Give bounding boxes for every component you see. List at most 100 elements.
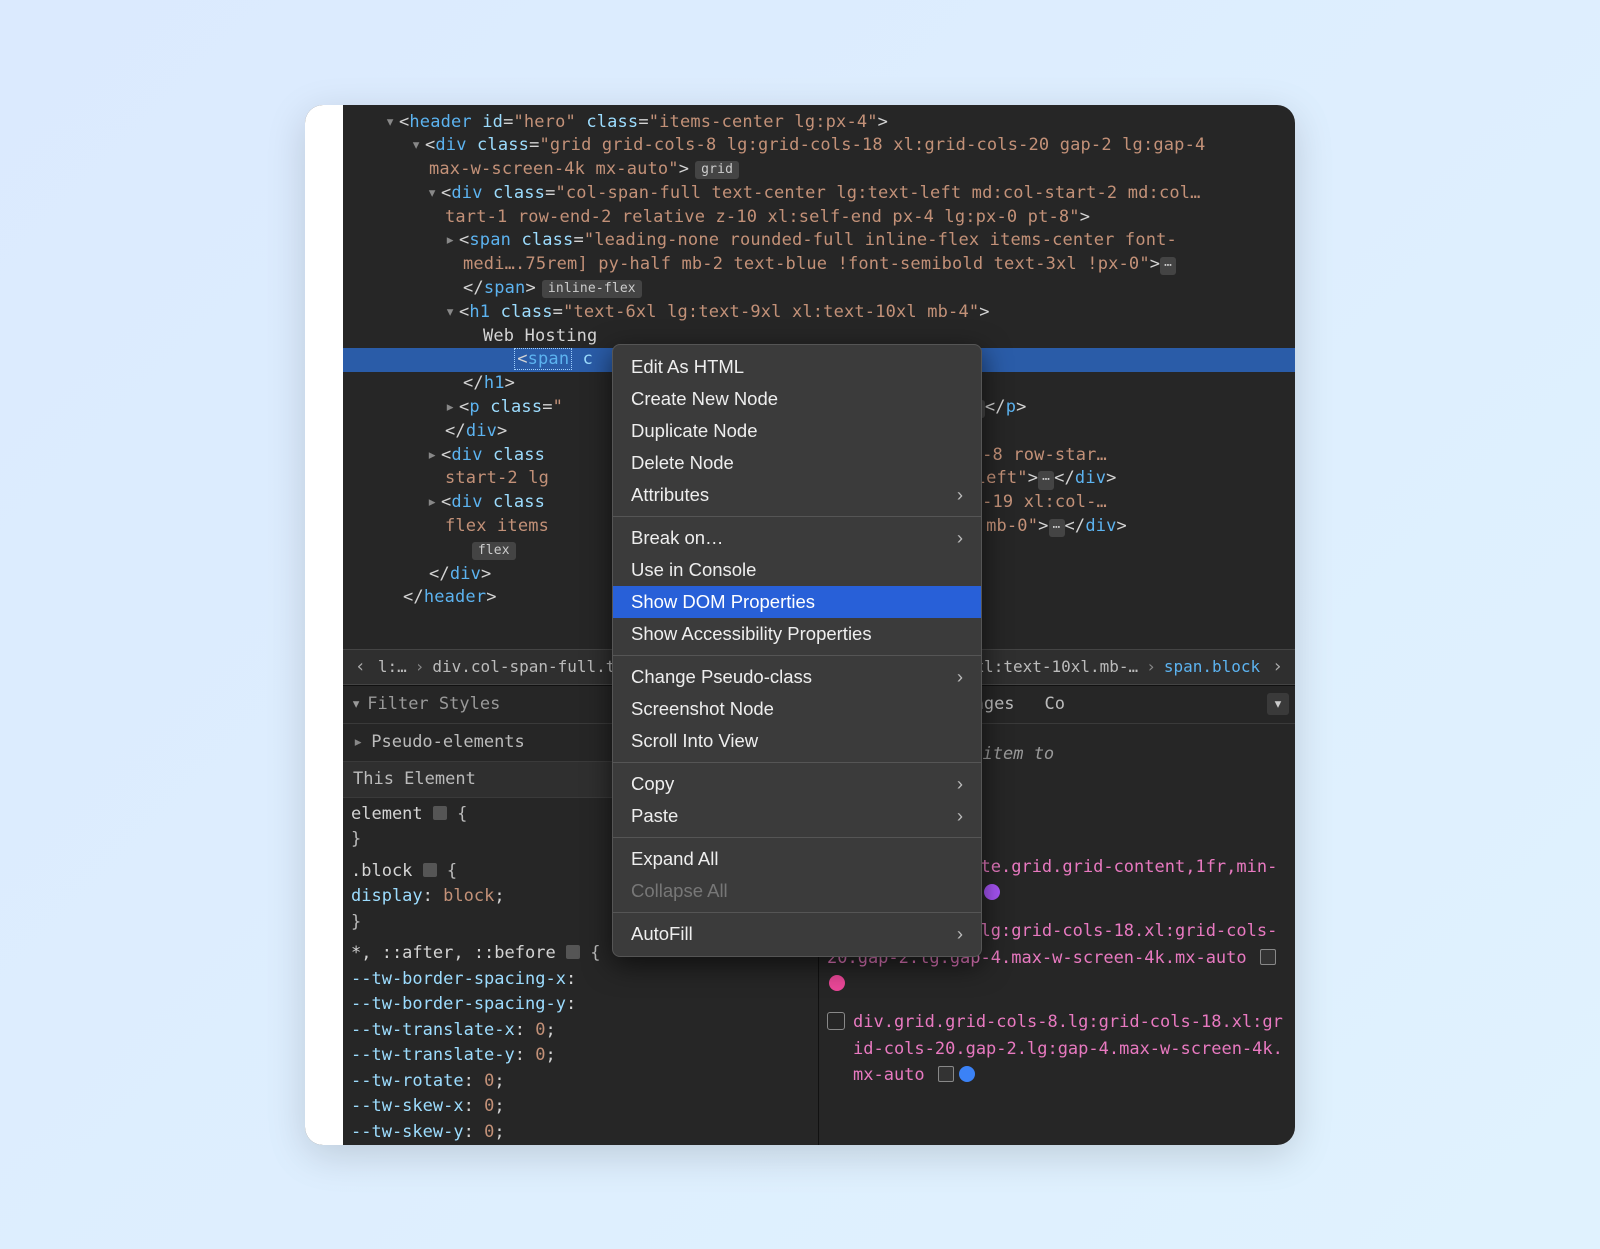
rule-selector[interactable]: .block <box>351 861 412 881</box>
collapsed-icon[interactable]: ⋯ <box>1160 257 1176 275</box>
css-value[interactable]: 0 <box>535 1020 545 1040</box>
grid-toggle-icon[interactable] <box>1260 949 1276 965</box>
css-property[interactable]: --tw-translate-x <box>351 1020 515 1040</box>
css-property[interactable]: --tw-skew-x <box>351 1096 464 1116</box>
ctx-duplicate-node[interactable]: Duplicate Node <box>613 415 981 447</box>
breadcrumb-item[interactable]: xl:text-10xl.mb-… <box>968 657 1144 676</box>
breadcrumb-item[interactable]: div.col-span-full.tex <box>426 657 640 676</box>
selector-chip-icon <box>433 806 447 820</box>
color-swatch-icon[interactable] <box>984 884 1000 900</box>
css-property[interactable]: --tw-rotate <box>351 1071 464 1091</box>
css-property[interactable]: --tw-translate-y <box>351 1045 515 1065</box>
submenu-arrow-icon: › <box>957 666 963 688</box>
ctx-show-dom-properties[interactable]: Show DOM Properties <box>613 586 981 618</box>
ctx-show-accessibility[interactable]: Show Accessibility Properties <box>613 618 981 650</box>
caret-right-icon: ▸ <box>353 732 363 752</box>
menu-separator <box>613 655 981 656</box>
ctx-edit-as-html[interactable]: Edit As HTML <box>613 351 981 383</box>
dom-node[interactable]: ▾<header id="hero" class="items-center l… <box>343 111 1295 135</box>
rule-selector[interactable]: *, ::after, ::before <box>351 943 556 963</box>
ctx-label: Attributes <box>631 484 709 506</box>
rule-selector[interactable]: element <box>351 804 423 824</box>
layout-badge[interactable]: grid <box>695 161 739 179</box>
css-property[interactable]: --tw-border-spacing-y <box>351 994 566 1014</box>
breadcrumb-prev-icon[interactable]: ‹ <box>349 656 372 677</box>
css-property[interactable]: --tw-skew-y <box>351 1122 464 1142</box>
filter-styles-input[interactable]: Filter Styles <box>367 694 500 714</box>
grid-overlay-row[interactable]: div.grid.grid-cols-8.lg:grid-cols-18.xl:… <box>827 1009 1287 1088</box>
menu-separator <box>613 912 981 913</box>
dom-node[interactable]: ▾<h1 class="text-6xl lg:text-9xl xl:text… <box>343 301 1295 325</box>
ctx-use-in-console[interactable]: Use in Console <box>613 554 981 586</box>
selector-chip-icon <box>566 945 580 959</box>
css-property[interactable]: --tw-border-spacing-x <box>351 969 566 989</box>
css-value[interactable]: 0 <box>484 1071 494 1091</box>
breadcrumb-next-icon[interactable]: › <box>1266 656 1289 677</box>
layout-badge[interactable]: inline-flex <box>542 280 642 298</box>
pseudo-elements-label: Pseudo-elements <box>371 732 525 752</box>
ctx-autofill[interactable]: AutoFill › <box>613 918 981 950</box>
submenu-arrow-icon: › <box>957 923 963 945</box>
caret-right-icon[interactable]: ▸ <box>427 491 441 515</box>
color-swatch-icon[interactable] <box>959 1066 975 1082</box>
tab-more[interactable]: Co <box>1039 694 1071 714</box>
css-value[interactable]: 0 <box>535 1045 545 1065</box>
caret-down-icon[interactable]: ▾ <box>427 182 441 206</box>
caret-down-icon[interactable]: ▾ <box>411 134 425 158</box>
caret-right-icon[interactable]: ▸ <box>445 229 459 253</box>
ctx-attributes[interactable]: Attributes› <box>613 479 981 511</box>
devtools-window: ▾<header id="hero" class="items-center l… <box>305 105 1295 1145</box>
css-property[interactable]: display <box>351 886 423 906</box>
ctx-expand-all[interactable]: Expand All <box>613 843 981 875</box>
grid-toggle-icon[interactable] <box>938 1066 954 1082</box>
ctx-scroll-into-view[interactable]: Scroll Into View <box>613 725 981 757</box>
filter-icon: ▾ <box>351 694 361 714</box>
dom-node[interactable]: ▾<div class="grid grid-cols-8 lg:grid-co… <box>343 134 1295 158</box>
caret-down-icon[interactable]: ▾ <box>385 111 399 135</box>
ctx-paste[interactable]: Paste› <box>613 800 981 832</box>
dom-node[interactable]: ▾<div class="col-span-full text-center l… <box>343 182 1295 206</box>
ctx-collapse-all[interactable]: Collapse All <box>613 875 981 907</box>
breadcrumb-item[interactable]: l:… <box>372 657 413 676</box>
collapsed-icon[interactable]: ⋯ <box>1049 519 1065 537</box>
dom-node[interactable]: ▸<span class="leading-none rounded-full … <box>343 229 1295 253</box>
dom-node-cont[interactable]: max-w-screen-4k mx-auto">grid <box>343 158 1295 182</box>
dom-node-cont[interactable]: medi….75rem] py-half mb-2 text-blue !fon… <box>343 253 1295 277</box>
caret-down-icon[interactable]: ▾ <box>445 301 459 325</box>
ctx-create-node[interactable]: Create New Node <box>613 383 981 415</box>
ctx-break-on[interactable]: Break on… › <box>613 522 981 554</box>
checkbox[interactable] <box>827 1012 845 1030</box>
ctx-copy[interactable]: Copy › <box>613 768 981 800</box>
color-swatch-icon[interactable] <box>829 975 845 991</box>
left-gutter <box>305 105 343 1145</box>
dom-node-cont[interactable]: tart-1 row-end-2 relative z-10 xl:self-e… <box>343 206 1295 230</box>
css-value[interactable]: 0 <box>484 1096 494 1116</box>
ctx-label: Copy <box>631 773 674 795</box>
menu-separator <box>613 837 981 838</box>
css-value[interactable]: 0 <box>484 1122 494 1142</box>
css-value[interactable]: block <box>443 886 494 906</box>
breadcrumb-item-active[interactable]: span.block <box>1158 657 1266 676</box>
grid-selector-text: div.grid.grid-cols-8.lg:grid-cols-18.xl:… <box>853 1012 1283 1085</box>
submenu-arrow-icon: › <box>957 773 963 795</box>
tabs-overflow-icon[interactable]: ▾ <box>1267 693 1289 715</box>
ctx-delete-node[interactable]: Delete Node <box>613 447 981 479</box>
dom-node-close[interactable]: </span>inline-flex <box>343 277 1295 301</box>
menu-separator <box>613 516 981 517</box>
chevron-right-icon: › <box>1144 657 1158 676</box>
ctx-label: Change Pseudo-class <box>631 666 812 688</box>
chevron-right-icon: › <box>413 657 427 676</box>
ctx-label: AutoFill <box>631 923 693 945</box>
context-menu: Edit As HTML Create New Node Duplicate N… <box>612 344 982 957</box>
ctx-screenshot-node[interactable]: Screenshot Node <box>613 693 981 725</box>
ctx-change-pseudo[interactable]: Change Pseudo-class › <box>613 661 981 693</box>
layout-badge[interactable]: flex <box>472 542 516 560</box>
caret-right-icon[interactable]: ▸ <box>427 444 441 468</box>
menu-separator <box>613 762 981 763</box>
selector-chip-icon <box>423 863 437 877</box>
collapsed-icon[interactable]: ⋯ <box>1038 471 1054 489</box>
caret-right-icon[interactable]: ▸ <box>445 396 459 420</box>
ctx-label: Paste <box>631 805 678 827</box>
ctx-label: Break on… <box>631 527 724 549</box>
submenu-arrow-icon: › <box>957 527 963 549</box>
